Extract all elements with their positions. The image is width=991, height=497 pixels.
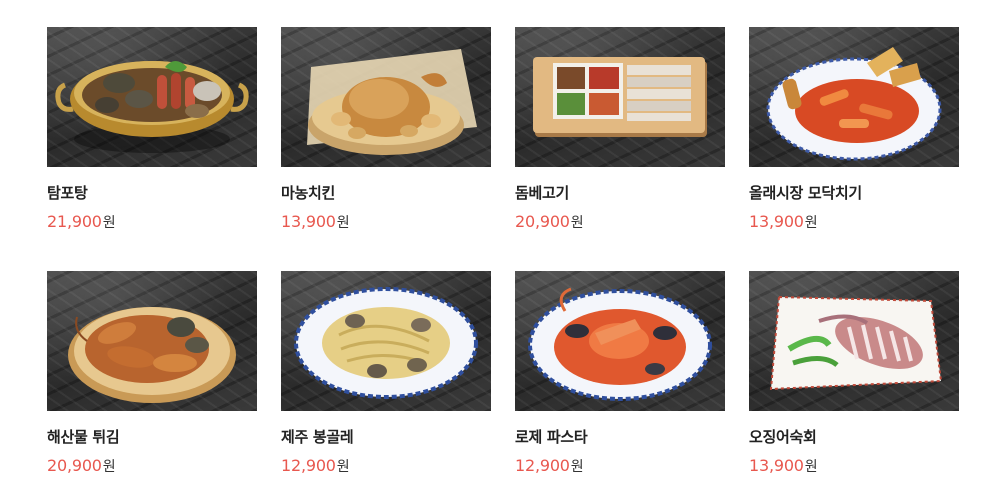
product-card-rose-pasta[interactable]: 로제 파스타 12,900원 bbox=[515, 271, 725, 476]
menu-grid: 탐포탕 21,900원 마농치킨 13,900원 돔베고기 20,900원 올래… bbox=[0, 0, 991, 497]
price-row: 12,900원 bbox=[515, 456, 725, 476]
product-name[interactable]: 제주 봉골레 bbox=[281, 427, 491, 447]
fried-seafood-image[interactable] bbox=[47, 271, 257, 411]
vongole-pasta-image[interactable] bbox=[281, 271, 491, 411]
product-card-squid[interactable]: 오징어숙회 13,900원 bbox=[749, 271, 959, 476]
seafood-hotpot-image[interactable] bbox=[47, 27, 257, 167]
product-name[interactable]: 올래시장 모닥치기 bbox=[749, 183, 959, 203]
currency-label: 원 bbox=[804, 215, 818, 231]
product-name[interactable]: 해산물 튀김 bbox=[47, 427, 257, 447]
garlic-chicken-image[interactable] bbox=[281, 27, 491, 167]
sliced-pork-board-image[interactable] bbox=[515, 27, 725, 167]
product-price: 12,900 bbox=[281, 456, 336, 475]
currency-label: 원 bbox=[102, 215, 116, 231]
currency-label: 원 bbox=[336, 459, 350, 475]
product-price: 20,900 bbox=[47, 456, 102, 475]
product-card-moldakchigi[interactable]: 올래시장 모닥치기 13,900원 bbox=[749, 27, 959, 232]
product-card-dombegogi[interactable]: 돔베고기 20,900원 bbox=[515, 27, 725, 232]
price-row: 21,900원 bbox=[47, 212, 257, 232]
product-card-fried-seafood[interactable]: 해산물 튀김 20,900원 bbox=[47, 271, 257, 476]
product-price: 20,900 bbox=[515, 212, 570, 231]
price-row: 20,900원 bbox=[47, 456, 257, 476]
product-name[interactable]: 로제 파스타 bbox=[515, 427, 725, 447]
currency-label: 원 bbox=[102, 459, 116, 475]
product-name[interactable]: 탐포탕 bbox=[47, 183, 257, 203]
boiled-squid-image[interactable] bbox=[749, 271, 959, 411]
product-price: 13,900 bbox=[749, 212, 804, 231]
currency-label: 원 bbox=[570, 459, 584, 475]
product-price: 12,900 bbox=[515, 456, 570, 475]
product-price: 13,900 bbox=[749, 456, 804, 475]
currency-label: 원 bbox=[336, 215, 350, 231]
rose-pasta-image[interactable] bbox=[515, 271, 725, 411]
price-row: 13,900원 bbox=[749, 212, 959, 232]
price-row: 13,900원 bbox=[281, 212, 491, 232]
currency-label: 원 bbox=[570, 215, 584, 231]
price-row: 12,900원 bbox=[281, 456, 491, 476]
price-row: 13,900원 bbox=[749, 456, 959, 476]
product-card-jeju-vongole[interactable]: 제주 봉골레 12,900원 bbox=[281, 271, 491, 476]
product-name[interactable]: 오징어숙회 bbox=[749, 427, 959, 447]
currency-label: 원 bbox=[804, 459, 818, 475]
product-card-manong-chicken[interactable]: 마농치킨 13,900원 bbox=[281, 27, 491, 232]
product-card-tampotang[interactable]: 탐포탕 21,900원 bbox=[47, 27, 257, 232]
product-price: 13,900 bbox=[281, 212, 336, 231]
product-name[interactable]: 돔베고기 bbox=[515, 183, 725, 203]
price-row: 20,900원 bbox=[515, 212, 725, 232]
tteokbokki-platter-image[interactable] bbox=[749, 27, 959, 167]
product-name[interactable]: 마농치킨 bbox=[281, 183, 491, 203]
product-price: 21,900 bbox=[47, 212, 102, 231]
